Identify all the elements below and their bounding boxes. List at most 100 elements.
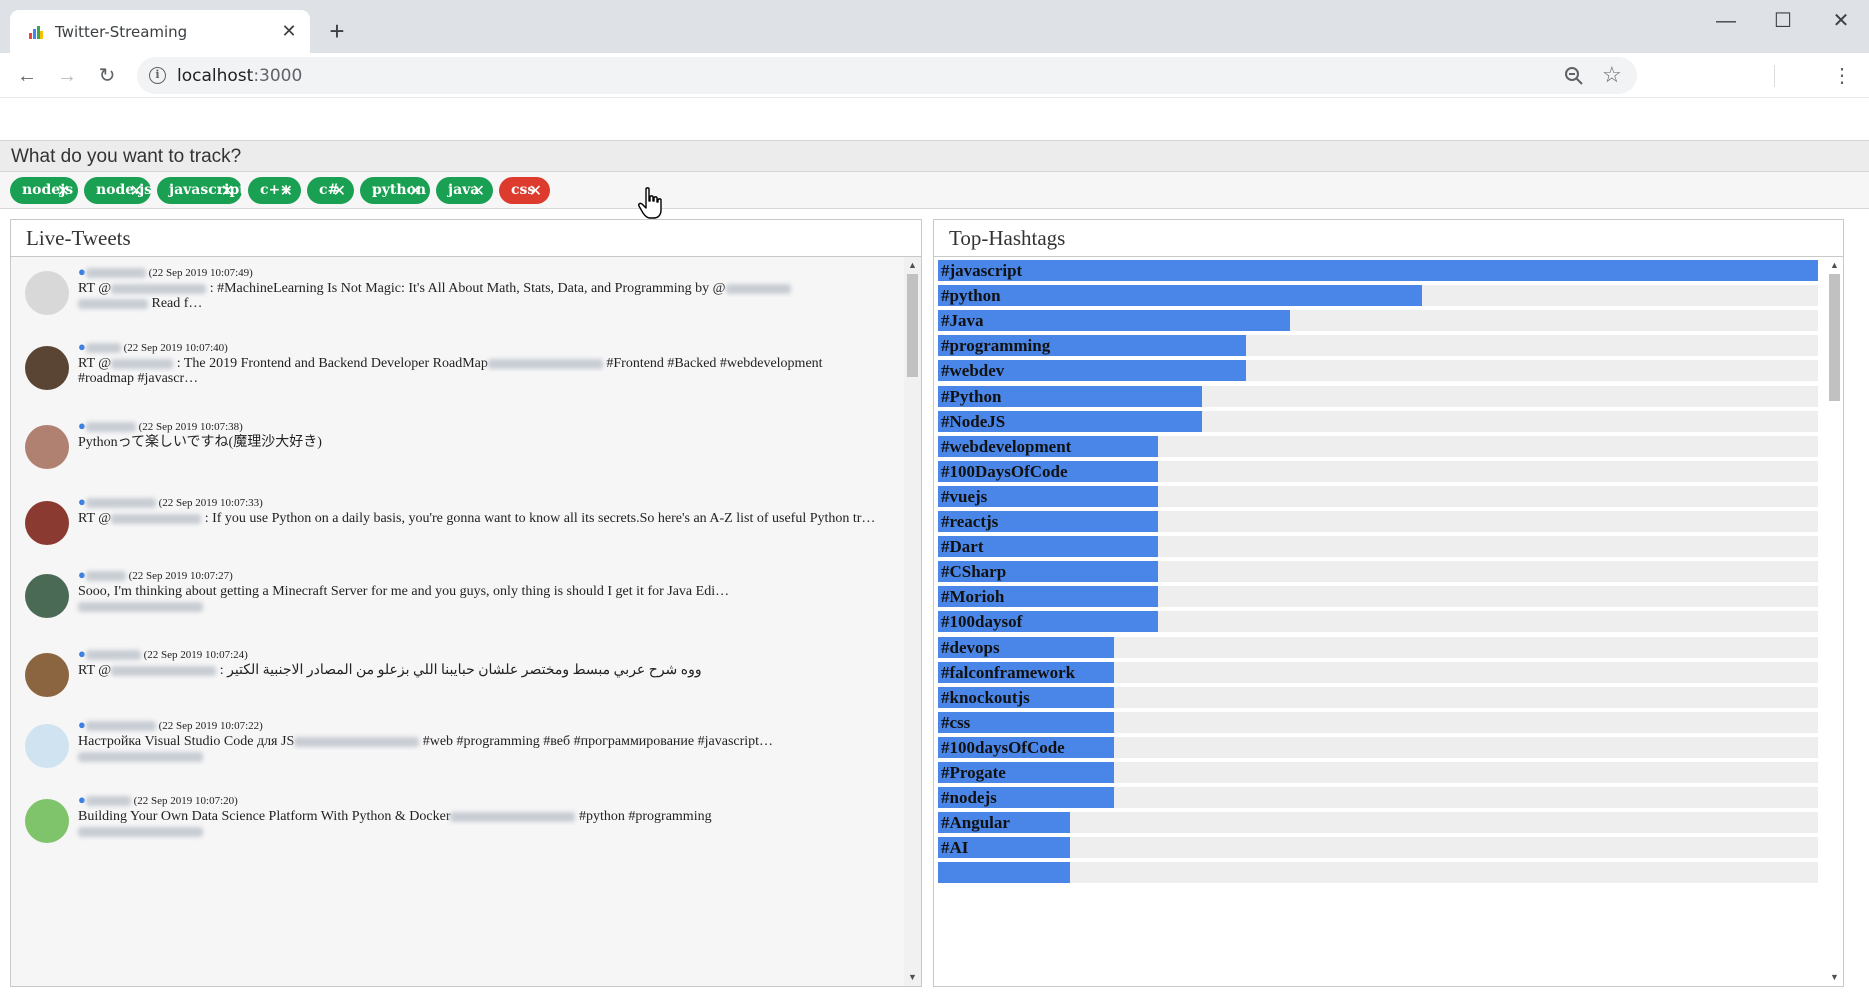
hashtag-row[interactable]: #AI (938, 837, 1818, 861)
scroll-down-arrow-icon[interactable]: ▼ (1826, 969, 1843, 986)
keyword-chip[interactable]: css ✕ (499, 177, 550, 204)
tweet-mention-link[interactable] (111, 358, 174, 369)
tweet-mention-link[interactable] (450, 811, 576, 822)
tweet-username[interactable] (85, 796, 131, 807)
hashtag-row[interactable]: #CSharp (938, 561, 1818, 585)
bookmark-star-icon[interactable]: ☆ (1602, 62, 1622, 88)
remove-chip-icon[interactable]: ✕ (57, 177, 70, 204)
forward-arrow-icon[interactable]: → (52, 61, 82, 91)
site-info-icon[interactable]: i (149, 67, 166, 84)
hashtag-row[interactable]: #webdev (938, 360, 1818, 384)
scroll-up-arrow-icon[interactable]: ▲ (1826, 257, 1843, 274)
track-input-bar[interactable]: What do you want to track? (0, 140, 1869, 172)
hashtag-list-scrollbar[interactable]: ▲ ▼ (1826, 257, 1843, 986)
hashtag-row[interactable]: #100daysOfCode (938, 736, 1818, 760)
tweet-avatar[interactable] (25, 574, 69, 618)
tweet-mention-link[interactable] (111, 283, 207, 294)
hashtag-row[interactable]: #100DaysOfCode (938, 460, 1818, 484)
tweet-username[interactable] (85, 422, 136, 433)
tweet-mention-link[interactable] (725, 283, 791, 294)
tweet-avatar[interactable] (25, 799, 69, 843)
address-bar[interactable]: i localhost:3000 ☆ (137, 57, 1637, 94)
hashtag-row[interactable] (938, 862, 1818, 886)
window-minimize-button[interactable]: — (1703, 6, 1749, 36)
keyword-chip[interactable]: nodejs ✕ (10, 177, 78, 204)
keyword-chip[interactable]: java ✕ (436, 177, 493, 204)
tweet-list-scrollbar[interactable]: ▲ ▼ (904, 257, 921, 986)
zoom-out-icon[interactable] (1562, 64, 1586, 88)
remove-chip-icon[interactable]: ✕ (529, 177, 542, 204)
hashtag-row[interactable]: #Morioh (938, 586, 1818, 610)
tweet-username[interactable] (85, 268, 146, 279)
remove-chip-icon[interactable]: ✕ (409, 177, 422, 204)
remove-chip-icon[interactable]: ✕ (130, 177, 143, 204)
tab-title: Twitter-Streaming (55, 23, 188, 41)
hashtag-row[interactable]: #nodejs (938, 787, 1818, 811)
hashtag-row[interactable]: #falconframework (938, 661, 1818, 685)
tweet-url-link[interactable] (487, 358, 603, 369)
tweet-meta: ● (22 Sep 2019 10:07:40) (78, 339, 228, 355)
remove-chip-icon[interactable]: ✕ (221, 177, 234, 204)
keyword-chip[interactable]: node.js ✕ (84, 177, 152, 204)
tweet-text-part: #Frontend #Backed #webdevelopment (602, 356, 823, 371)
reload-icon[interactable]: ↻ (92, 61, 122, 91)
tweet-username[interactable] (85, 721, 156, 732)
hashtag-row[interactable]: #javascript (938, 260, 1818, 283)
browser-tab[interactable]: Twitter-Streaming ✕ (10, 10, 310, 53)
hashtag-row[interactable]: #NodeJS (938, 410, 1818, 434)
hashtag-row[interactable]: #vuejs (938, 485, 1818, 509)
keyword-chip[interactable]: c++ ✕ (248, 177, 301, 204)
hashtag-row[interactable]: #webdevelopment (938, 435, 1818, 459)
tweet-avatar[interactable] (25, 346, 69, 390)
tweet-avatar[interactable] (25, 271, 69, 315)
back-arrow-icon[interactable]: ← (12, 61, 42, 91)
hashtag-row[interactable]: #python (938, 285, 1818, 309)
window-close-button[interactable]: ✕ (1818, 6, 1864, 36)
hashtag-row[interactable]: #Angular (938, 812, 1818, 836)
hashtag-list[interactable]: #AI #Angular #nodejs #Progate #100daysOfCode… (934, 257, 1843, 986)
hashtag-row[interactable]: #devops (938, 636, 1818, 660)
keyword-chip[interactable]: python ✕ (360, 177, 430, 204)
tweet-url-link[interactable] (78, 751, 203, 762)
url-text[interactable]: localhost:3000 (177, 66, 302, 86)
tweet-mention-link[interactable] (294, 736, 420, 747)
scroll-thumb[interactable] (907, 274, 918, 377)
scroll-down-arrow-icon[interactable]: ▼ (904, 969, 921, 986)
hashtag-row[interactable]: #Java (938, 310, 1818, 334)
tweet-avatar[interactable] (25, 501, 69, 545)
tweet-url-link[interactable] (78, 826, 203, 837)
hashtag-row[interactable]: #Python (938, 385, 1818, 409)
hashtag-label: #falconframework (941, 662, 1076, 682)
hashtag-row[interactable]: #css (938, 711, 1818, 735)
hashtag-row[interactable]: #reactjs (938, 511, 1818, 534)
tweet-list[interactable]: ▲ ▼ ● (22 Sep 2019 10:07:49) RT @ : #Mach… (11, 257, 921, 986)
browser-menu-icon[interactable]: ⋮ (1830, 61, 1854, 91)
new-tab-button[interactable]: + (322, 16, 352, 46)
tweet-username[interactable] (85, 343, 121, 354)
scroll-up-arrow-icon[interactable]: ▲ (904, 257, 921, 274)
tweet-avatar[interactable] (25, 724, 69, 768)
tweet-avatar[interactable] (25, 425, 69, 469)
keyword-chip[interactable]: javascript ✕ (157, 177, 246, 204)
remove-chip-icon[interactable]: ✕ (472, 177, 485, 204)
window-maximize-button[interactable]: ☐ (1760, 6, 1806, 36)
hashtag-row[interactable]: #100daysof (938, 611, 1818, 635)
tweet-username[interactable] (85, 498, 156, 509)
hashtag-row[interactable]: #Dart (938, 536, 1818, 560)
tweet-mention-link[interactable] (111, 513, 202, 524)
hashtag-row[interactable]: #Progate (938, 762, 1818, 785)
tweet-mention-link[interactable] (111, 665, 217, 676)
remove-chip-icon[interactable]: ✕ (333, 177, 346, 204)
remove-chip-icon[interactable]: ✕ (280, 177, 293, 204)
tweet-username[interactable] (85, 650, 141, 661)
hashtag-row[interactable]: #knockoutjs (938, 686, 1818, 710)
tweet-username[interactable] (85, 571, 126, 582)
keyword-chip[interactable]: c# ✕ (307, 177, 354, 204)
tweet-avatar[interactable] (25, 653, 69, 697)
scroll-thumb[interactable] (1829, 274, 1840, 401)
tweet-mention-link[interactable] (78, 298, 148, 309)
hashtag-row[interactable]: #programming (938, 335, 1818, 359)
tweet-url-link[interactable] (78, 601, 203, 612)
tab-close-icon[interactable]: ✕ (278, 20, 300, 42)
tweet-text: Настройка Visual Studio Code для JS #web… (78, 733, 878, 750)
